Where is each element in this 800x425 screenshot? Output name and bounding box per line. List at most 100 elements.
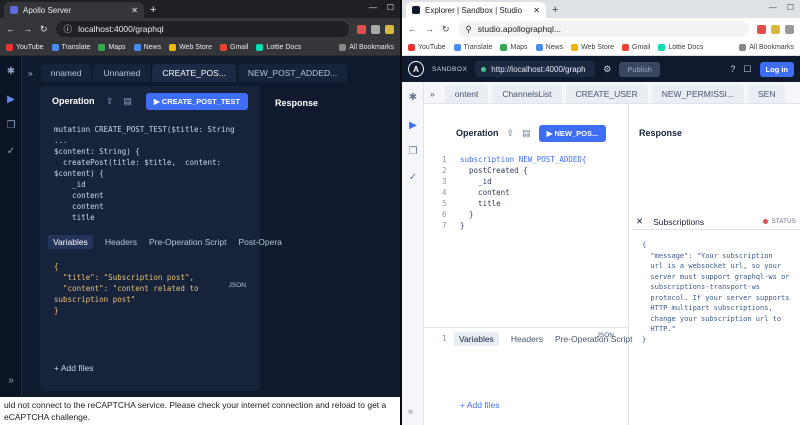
- bookmark-web-store[interactable]: Web Store: [169, 44, 212, 51]
- browser-tab[interactable]: Apollo Server ✕: [4, 2, 144, 18]
- tab-post-operation-script[interactable]: Post-Opera: [238, 237, 281, 247]
- settings-icon[interactable]: ⚙: [603, 64, 611, 75]
- bookmark-translate[interactable]: Translate: [453, 44, 492, 51]
- all-bookmarks[interactable]: All Bookmarks: [739, 44, 794, 51]
- bookmark-web-store[interactable]: Web Store: [571, 44, 614, 51]
- tab-pre-operation-script[interactable]: Pre-Operation Script: [555, 334, 632, 344]
- bookmark-news[interactable]: News: [133, 44, 161, 51]
- bookmark-maps[interactable]: Maps: [500, 44, 528, 51]
- share-icon[interactable]: ⇪: [507, 128, 515, 139]
- extension-icon[interactable]: [785, 24, 794, 34]
- site-info-icon[interactable]: ⓘ: [64, 23, 73, 35]
- operation-tab[interactable]: SEN: [747, 85, 786, 103]
- tab-variables[interactable]: Variables: [48, 235, 93, 249]
- login-button[interactable]: Log in: [759, 61, 794, 77]
- extension-icon[interactable]: [771, 24, 780, 34]
- operation-tab[interactable]: ChannelsList: [492, 85, 562, 103]
- extension-icon[interactable]: [385, 24, 394, 34]
- operation-tab[interactable]: NEW_PERMISSI...: [651, 85, 744, 103]
- bookmark-youtube[interactable]: YouTube: [408, 44, 446, 51]
- subscriptions-header: ✕ Subscriptions STATUS: [632, 214, 800, 230]
- expand-icon[interactable]: »: [408, 406, 413, 416]
- site-info-icon[interactable]: ⚲: [466, 24, 472, 35]
- save-icon[interactable]: ▤: [123, 96, 132, 107]
- address-bar[interactable]: ⓘ localhost:4000/graphql: [55, 21, 349, 37]
- tab-title: Apollo Server: [23, 5, 72, 15]
- help-icon[interactable]: ?: [730, 64, 735, 74]
- browser-toolbar: ← → ↻ ⓘ localhost:4000/graphql: [0, 18, 400, 40]
- graph-icon[interactable]: ✱: [0, 56, 22, 86]
- apollo-logo-icon[interactable]: A: [408, 61, 424, 77]
- maximize-icon[interactable]: ☐: [387, 3, 394, 12]
- operation-editor[interactable]: 1234567 subscription NEW_POST_ADDED{ pos…: [424, 146, 628, 239]
- save-icon[interactable]: ▤: [522, 128, 531, 139]
- add-files-button[interactable]: + Add files: [460, 400, 499, 410]
- code-line: subscription NEW_POST_ADDED{: [460, 155, 587, 164]
- back-icon[interactable]: ←: [6, 24, 15, 34]
- forward-icon[interactable]: →: [23, 24, 32, 34]
- extension-icon[interactable]: [371, 24, 380, 34]
- close-tab-icon[interactable]: ✕: [131, 6, 138, 15]
- operation-tab[interactable]: ontent: [444, 85, 489, 103]
- bookmark-lottie-docs[interactable]: Lottie Docs: [658, 44, 703, 51]
- close-tab-icon[interactable]: ✕: [533, 6, 540, 15]
- reload-icon[interactable]: ↻: [442, 24, 450, 35]
- bookmark-translate[interactable]: Translate: [51, 44, 90, 51]
- share-icon[interactable]: ⇪: [106, 96, 114, 107]
- variables-editor[interactable]: { "title": "Subscription post", "content…: [40, 251, 260, 324]
- explorer-icon[interactable]: ▶: [0, 86, 22, 112]
- operation-tab[interactable]: NEW_POST_ADDED...: [237, 64, 348, 82]
- extension-icon[interactable]: [757, 24, 766, 34]
- graph-icon[interactable]: ✱: [402, 82, 424, 112]
- new-tab-icon[interactable]: +: [552, 2, 558, 18]
- extension-icon[interactable]: [357, 24, 366, 34]
- operation-tab[interactable]: CREATE_USER: [565, 85, 648, 103]
- schema-icon[interactable]: ❐: [402, 138, 424, 164]
- minimize-icon[interactable]: —: [769, 3, 777, 12]
- checks-icon[interactable]: ✓: [402, 164, 424, 190]
- publish-button[interactable]: Publish: [619, 61, 660, 77]
- operation-tab[interactable]: Unnamed: [93, 64, 151, 82]
- operation-tabs: » ontent ChannelsList CREATE_USER NEW_PE…: [424, 82, 800, 104]
- tab-headers[interactable]: Headers: [105, 237, 137, 247]
- expand-icon[interactable]: »: [0, 367, 22, 393]
- operation-tab-active[interactable]: CREATE_POS...: [152, 64, 236, 82]
- schema-icon[interactable]: ❐: [0, 112, 22, 138]
- left-rail: ✱ ▶ ❐ ✓: [402, 82, 424, 425]
- operation-editor[interactable]: mutation CREATE_POST_TEST($title: String…: [40, 116, 260, 231]
- back-icon[interactable]: ←: [408, 24, 417, 34]
- forward-icon[interactable]: →: [425, 24, 434, 34]
- code-line: content: [54, 202, 104, 211]
- checks-icon[interactable]: ✓: [0, 138, 22, 164]
- run-operation-button[interactable]: ▶ CREATE_POST_TEST: [145, 92, 248, 110]
- maximize-icon[interactable]: ☐: [787, 3, 794, 12]
- endpoint-input[interactable]: http://localhost:4000/graph: [475, 61, 596, 77]
- tabs-scroll-icon[interactable]: »: [22, 64, 39, 82]
- run-operation-button[interactable]: ▶ NEW_POS...: [538, 124, 607, 142]
- bookmark-lottie-docs[interactable]: Lottie Docs: [256, 44, 301, 51]
- tab-variables[interactable]: Variables: [454, 331, 499, 346]
- all-bookmarks[interactable]: All Bookmarks: [339, 44, 394, 51]
- bookmark-maps[interactable]: Maps: [98, 44, 126, 51]
- bookmark-gmail[interactable]: Gmail: [622, 44, 650, 51]
- add-files-button[interactable]: + Add files: [54, 363, 93, 373]
- browser-tab[interactable]: Explorer | Sandbox | Studio ✕: [406, 2, 546, 18]
- subscription-message: { "message": "Your subscription url is a…: [632, 230, 800, 345]
- operation-tab[interactable]: nnamed: [40, 64, 92, 82]
- reload-icon[interactable]: ↻: [40, 24, 48, 35]
- chat-icon[interactable]: ☐: [743, 64, 751, 75]
- close-icon[interactable]: ✕: [636, 216, 643, 227]
- new-tab-icon[interactable]: +: [150, 2, 156, 18]
- tab-headers[interactable]: Headers: [511, 334, 543, 344]
- explorer-icon[interactable]: ▶: [402, 112, 424, 138]
- bookmark-news[interactable]: News: [535, 44, 563, 51]
- bookmark-gmail[interactable]: Gmail: [220, 44, 248, 51]
- tabs-scroll-icon[interactable]: »: [424, 85, 441, 103]
- tab-pre-operation-script[interactable]: Pre-Operation Script: [149, 237, 226, 247]
- message-line: server must support graphql-ws or: [642, 272, 790, 281]
- code-line: $content: String) {: [54, 147, 140, 156]
- minimize-icon[interactable]: —: [369, 3, 377, 12]
- message-line: "message": "Your subscription: [642, 251, 773, 260]
- address-bar[interactable]: ⚲ studio.apollographql...: [457, 21, 749, 37]
- bookmark-youtube[interactable]: YouTube: [6, 44, 44, 51]
